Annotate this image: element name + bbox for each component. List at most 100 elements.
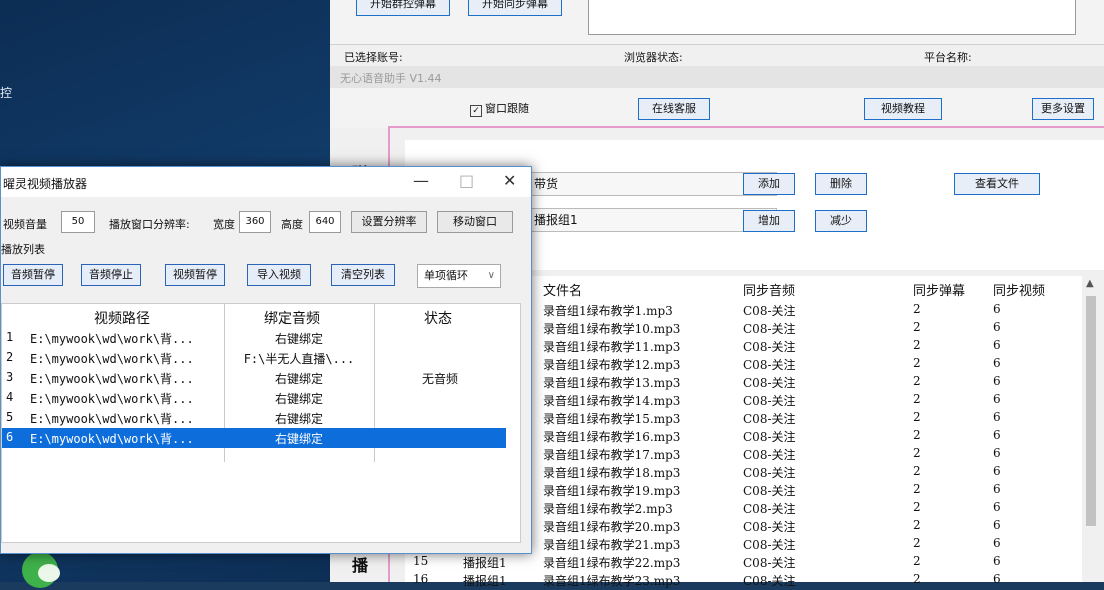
- row-bound-audio: 右键绑定: [274, 372, 323, 386]
- top-text-area[interactable]: [588, 0, 1076, 35]
- row-sync-video: 6: [993, 464, 1001, 478]
- status-info-row: 已选择账号: 浏览器状态: 平台名称:: [330, 44, 1104, 67]
- follow-window-checkbox[interactable]: ✓ 窗口跟随: [470, 100, 529, 117]
- row-filename: 录音组1绿布教学20.mp3: [543, 520, 681, 534]
- table-row[interactable]: 6 E:\mywook\wd\work\背... 右键绑定: [2, 428, 506, 448]
- video-playlist-table: 视频路径 绑定音频 状态 1 E:\mywook\wd\work\背... 右键绑定…: [1, 303, 521, 543]
- start-sync-danmaku-button[interactable]: 开始同步弹幕: [468, 0, 562, 16]
- row-bound-audio: 右键绑定: [274, 392, 323, 406]
- category-select[interactable]: 带货∨: [529, 172, 777, 196]
- table-row[interactable]: 2 E:\mywook\wd\work\背... F:\半无人直播\...: [2, 348, 506, 368]
- add-button[interactable]: 添加: [743, 173, 795, 195]
- table-row[interactable]: 1 E:\mywook\wd\work\背... 右键绑定: [2, 328, 506, 348]
- view-files-button[interactable]: 查看文件: [954, 173, 1040, 195]
- row-sync-audio: C08-关注: [743, 448, 796, 462]
- table-row[interactable]: 16 播报组1: [405, 572, 1095, 590]
- move-window-button[interactable]: 移动窗口: [437, 211, 513, 233]
- row-sync-danmaku: 2: [913, 464, 921, 478]
- row-filename: 录音组1绿布教学2.mp3: [543, 502, 673, 516]
- list-scrollbar[interactable]: ▲: [1082, 276, 1100, 582]
- row-sync-video: 6: [993, 374, 1001, 388]
- row-bound-audio: 右键绑定: [274, 332, 323, 346]
- close-icon[interactable]: ✕: [503, 171, 516, 190]
- col-header-bound-audio[interactable]: 绑定音频: [264, 308, 320, 328]
- import-video-button[interactable]: 导入视频: [247, 264, 311, 286]
- video-pause-button[interactable]: 视频暂停: [165, 264, 225, 286]
- row-sync-audio: C08-关注: [743, 304, 796, 318]
- row-filename: 录音组1绿布教学14.mp3: [543, 394, 681, 408]
- dialog-title-bar: 曜灵视频播放器 — □ ✕: [1, 167, 531, 197]
- more-settings-button[interactable]: 更多设置: [1032, 98, 1094, 120]
- col-header-video-path[interactable]: 视频路径: [94, 308, 150, 328]
- row-sync-audio: C08-关注: [743, 322, 796, 336]
- assistant-title-bar: 无心语音助手 V1.44: [330, 66, 1104, 88]
- playlist-label: 播放列表: [1, 243, 45, 256]
- video-player-dialog: 曜灵视频播放器 — □ ✕ 视频音量 50 播放窗口分辨率: 宽度 360 高度…: [0, 166, 532, 554]
- row-sync-video: 6: [993, 518, 1001, 532]
- audio-stop-button[interactable]: 音频停止: [81, 264, 141, 286]
- row-sync-audio: C08-关注: [743, 412, 796, 426]
- row-index: 2: [6, 350, 14, 364]
- row-sync-audio: C08-关注: [743, 520, 796, 534]
- tab-divider-horizontal: [388, 126, 1104, 128]
- minimize-icon[interactable]: —: [413, 171, 429, 190]
- row-sync-danmaku: 2: [913, 338, 921, 352]
- side-tab-broadcast[interactable]: 播: [352, 552, 368, 576]
- table-row[interactable]: 15 播报组1: [405, 554, 1095, 572]
- decrease-button[interactable]: 减少: [815, 210, 867, 232]
- row-index: 5: [6, 410, 14, 424]
- row-sync-video: 6: [993, 536, 1001, 550]
- width-input[interactable]: 360: [239, 211, 271, 233]
- row-sync-danmaku: 2: [913, 392, 921, 406]
- col-header-filename[interactable]: 文件名: [543, 280, 582, 299]
- video-tutorial-button[interactable]: 视频教程: [864, 98, 942, 120]
- row-sync-danmaku: 2: [913, 446, 921, 460]
- col-header-sync-audio[interactable]: 同步音频: [743, 280, 795, 299]
- row-filename: 录音组1绿布教学12.mp3: [543, 358, 681, 372]
- table-row[interactable]: 3 E:\mywook\wd\work\背... 右键绑定 无音频: [2, 368, 506, 388]
- row-index: 1: [6, 330, 14, 344]
- browser-status-label: 浏览器状态:: [624, 51, 683, 64]
- row-filename: 录音组1绿布教学11.mp3: [543, 340, 681, 354]
- chevron-up-icon[interactable]: ▲: [1086, 278, 1094, 289]
- table-row[interactable]: 4 E:\mywook\wd\work\背... 右键绑定: [2, 388, 506, 408]
- col-header-sync-danmaku[interactable]: 同步弹幕: [913, 280, 965, 299]
- assistant-title: 无心语音助手 V1.44: [340, 72, 442, 85]
- row-bound-audio: 右键绑定: [274, 412, 323, 426]
- row-filename: 录音组1绿布教学1.mp3: [543, 304, 673, 318]
- row-sync-audio: C08-关注: [743, 484, 796, 498]
- start-group-danmaku-button[interactable]: 开始群控弹幕: [356, 0, 450, 16]
- row-video-path: E:\mywook\wd\work\背...: [30, 372, 194, 386]
- set-resolution-button[interactable]: 设置分辨率: [351, 211, 427, 233]
- row-index: 6: [6, 430, 14, 444]
- loop-mode-select[interactable]: 单项循环 ∨: [417, 264, 501, 288]
- row-status: 无音频: [421, 372, 458, 386]
- broadcast-group-select[interactable]: 播报组1∨: [529, 208, 777, 232]
- clear-list-button[interactable]: 清空列表: [331, 264, 395, 286]
- height-input[interactable]: 640: [309, 211, 341, 233]
- row-sync-danmaku: 2: [913, 536, 921, 550]
- row-video-path: E:\mywook\wd\work\背...: [30, 432, 194, 446]
- col-header-status[interactable]: 状态: [424, 308, 452, 328]
- increase-button[interactable]: 增加: [743, 210, 795, 232]
- online-service-button[interactable]: 在线客服: [638, 98, 710, 120]
- row-sync-video: 6: [993, 428, 1001, 442]
- col-header-sync-video[interactable]: 同步视频: [993, 280, 1045, 299]
- delete-button[interactable]: 删除: [815, 173, 867, 195]
- maximize-icon[interactable]: □: [459, 171, 474, 190]
- row-index: 16: [413, 572, 429, 586]
- row-filename: 录音组1绿布教学16.mp3: [543, 430, 681, 444]
- scrollbar-thumb[interactable]: [1086, 296, 1096, 526]
- desktop-icon-label: 控: [0, 86, 13, 100]
- row-filename: 录音组1绿布教学13.mp3: [543, 376, 681, 390]
- audio-pause-button[interactable]: 音频暂停: [3, 264, 63, 286]
- volume-input[interactable]: 50: [61, 211, 95, 233]
- row-sync-audio: C08-关注: [743, 358, 796, 372]
- platform-name-label: 平台名称:: [924, 51, 972, 64]
- row-sync-video: 6: [993, 392, 1001, 406]
- width-label: 宽度: [213, 218, 235, 231]
- table-row[interactable]: 5 E:\mywook\wd\work\背... 右键绑定: [2, 408, 506, 428]
- volume-label: 视频音量: [3, 218, 47, 231]
- row-video-path: E:\mywook\wd\work\背...: [30, 412, 194, 426]
- wechat-icon[interactable]: [22, 552, 60, 588]
